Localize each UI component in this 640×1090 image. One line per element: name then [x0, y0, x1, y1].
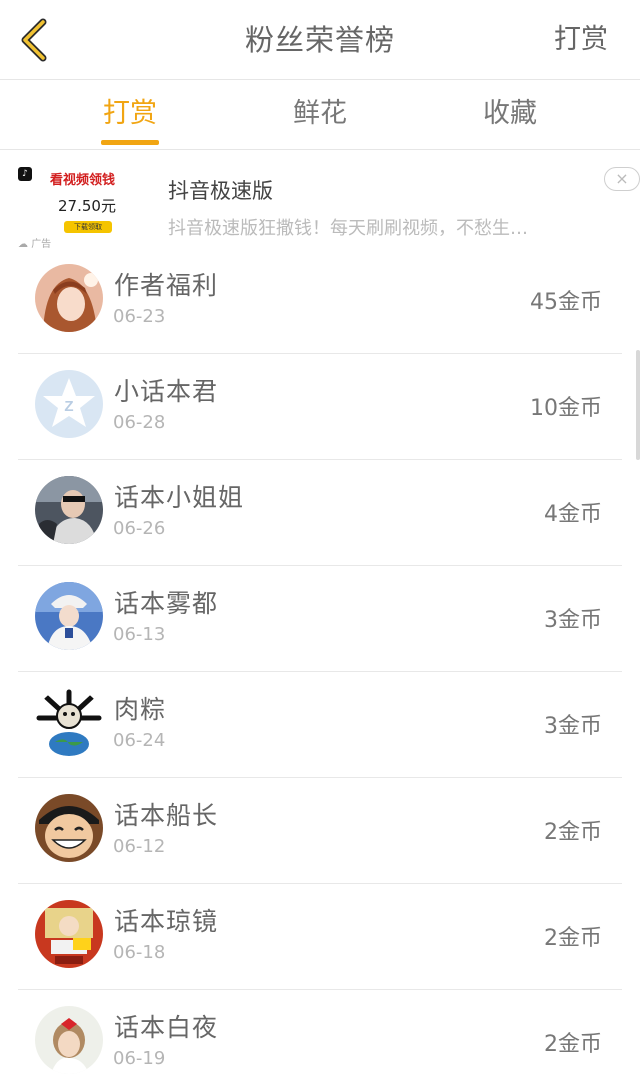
list-item[interactable]: 作者福利 06-23 45金币	[18, 248, 622, 354]
coin-amount: 3金币	[544, 714, 602, 739]
coin-amount: 45金币	[530, 290, 602, 315]
coin-amount: 4金币	[544, 502, 602, 527]
avatar: Z	[35, 370, 103, 438]
reward-date: 06-18	[113, 942, 166, 963]
ad-thumb-headline: 看视频领钱	[50, 173, 116, 188]
user-name: 话本琼镜	[114, 907, 219, 936]
reward-button[interactable]: 打赏	[554, 0, 608, 80]
list-item[interactable]: 话本船长 06-12 2金币	[18, 778, 622, 884]
user-name: 肉粽	[114, 695, 167, 724]
active-tab-indicator	[101, 140, 159, 145]
list-item[interactable]: 话本琼镜 06-18 2金币	[18, 884, 622, 990]
ad-description: 抖音极速版狂撒钱！每天刷刷视频，不愁生…	[168, 218, 528, 239]
tab-flowers[interactable]: 鲜花	[260, 80, 380, 150]
svg-text:Z: Z	[64, 398, 73, 415]
reward-date: 06-12	[113, 836, 166, 857]
user-name: 小话本君	[114, 377, 219, 406]
reward-date: 06-23	[113, 306, 166, 327]
list-item[interactable]: 肉粽 06-24 3金币	[18, 672, 622, 778]
list-item[interactable]: Z 小话本君 06-28 10金币	[18, 354, 622, 460]
coin-amount: 3金币	[544, 608, 602, 633]
reward-date: 06-28	[113, 412, 166, 433]
coin-amount: 10金币	[530, 396, 602, 421]
ad-thumbnail[interactable]: ♪ 看视频领钱 27.50元 下载领取	[14, 167, 134, 237]
ad-banner[interactable]: ♪ 看视频领钱 27.50元 下载领取 ☁ 广告 抖音极速版 抖音极速版狂撒钱！…	[0, 151, 640, 250]
avatar	[35, 900, 103, 968]
user-name: 作者福利	[114, 271, 219, 300]
coin-amount: 2金币	[544, 1032, 602, 1057]
tab-bar: 打赏 鲜花 收藏	[0, 80, 640, 150]
douyin-app-icon: ♪	[18, 167, 32, 181]
avatar	[35, 688, 103, 756]
reward-date: 06-13	[113, 624, 166, 645]
ad-close-button[interactable]: ×	[604, 167, 640, 191]
avatar	[35, 264, 103, 332]
user-name: 话本船长	[114, 801, 219, 830]
scrollbar[interactable]	[636, 350, 640, 460]
reward-date: 06-19	[113, 1048, 166, 1069]
reward-date: 06-24	[113, 730, 166, 751]
avatar	[35, 582, 103, 650]
ad-title[interactable]: 抖音极速版	[168, 175, 273, 205]
list-item[interactable]: 话本雾都 06-13 3金币	[18, 566, 622, 672]
user-name: 话本小姐姐	[114, 483, 245, 512]
tab-favorites[interactable]: 收藏	[450, 80, 570, 150]
reward-date: 06-26	[113, 518, 166, 539]
coin-amount: 2金币	[544, 820, 602, 845]
ad-download-button[interactable]: 下载领取	[64, 221, 112, 233]
avatar	[35, 476, 103, 544]
coin-amount: 2金币	[544, 926, 602, 951]
ad-thumb-amount: 27.50元	[58, 197, 116, 215]
avatar	[35, 794, 103, 862]
page-title: 粉丝荣誉榜	[244, 23, 395, 57]
list-item[interactable]: 话本白夜 06-19 2金币	[18, 990, 622, 1090]
user-name: 话本白夜	[114, 1013, 219, 1042]
top-bar: 粉丝荣誉榜 打赏	[0, 0, 640, 80]
avatar	[35, 1006, 103, 1074]
list-item[interactable]: 话本小姐姐 06-26 4金币	[18, 460, 622, 566]
user-name: 话本雾都	[114, 589, 219, 618]
